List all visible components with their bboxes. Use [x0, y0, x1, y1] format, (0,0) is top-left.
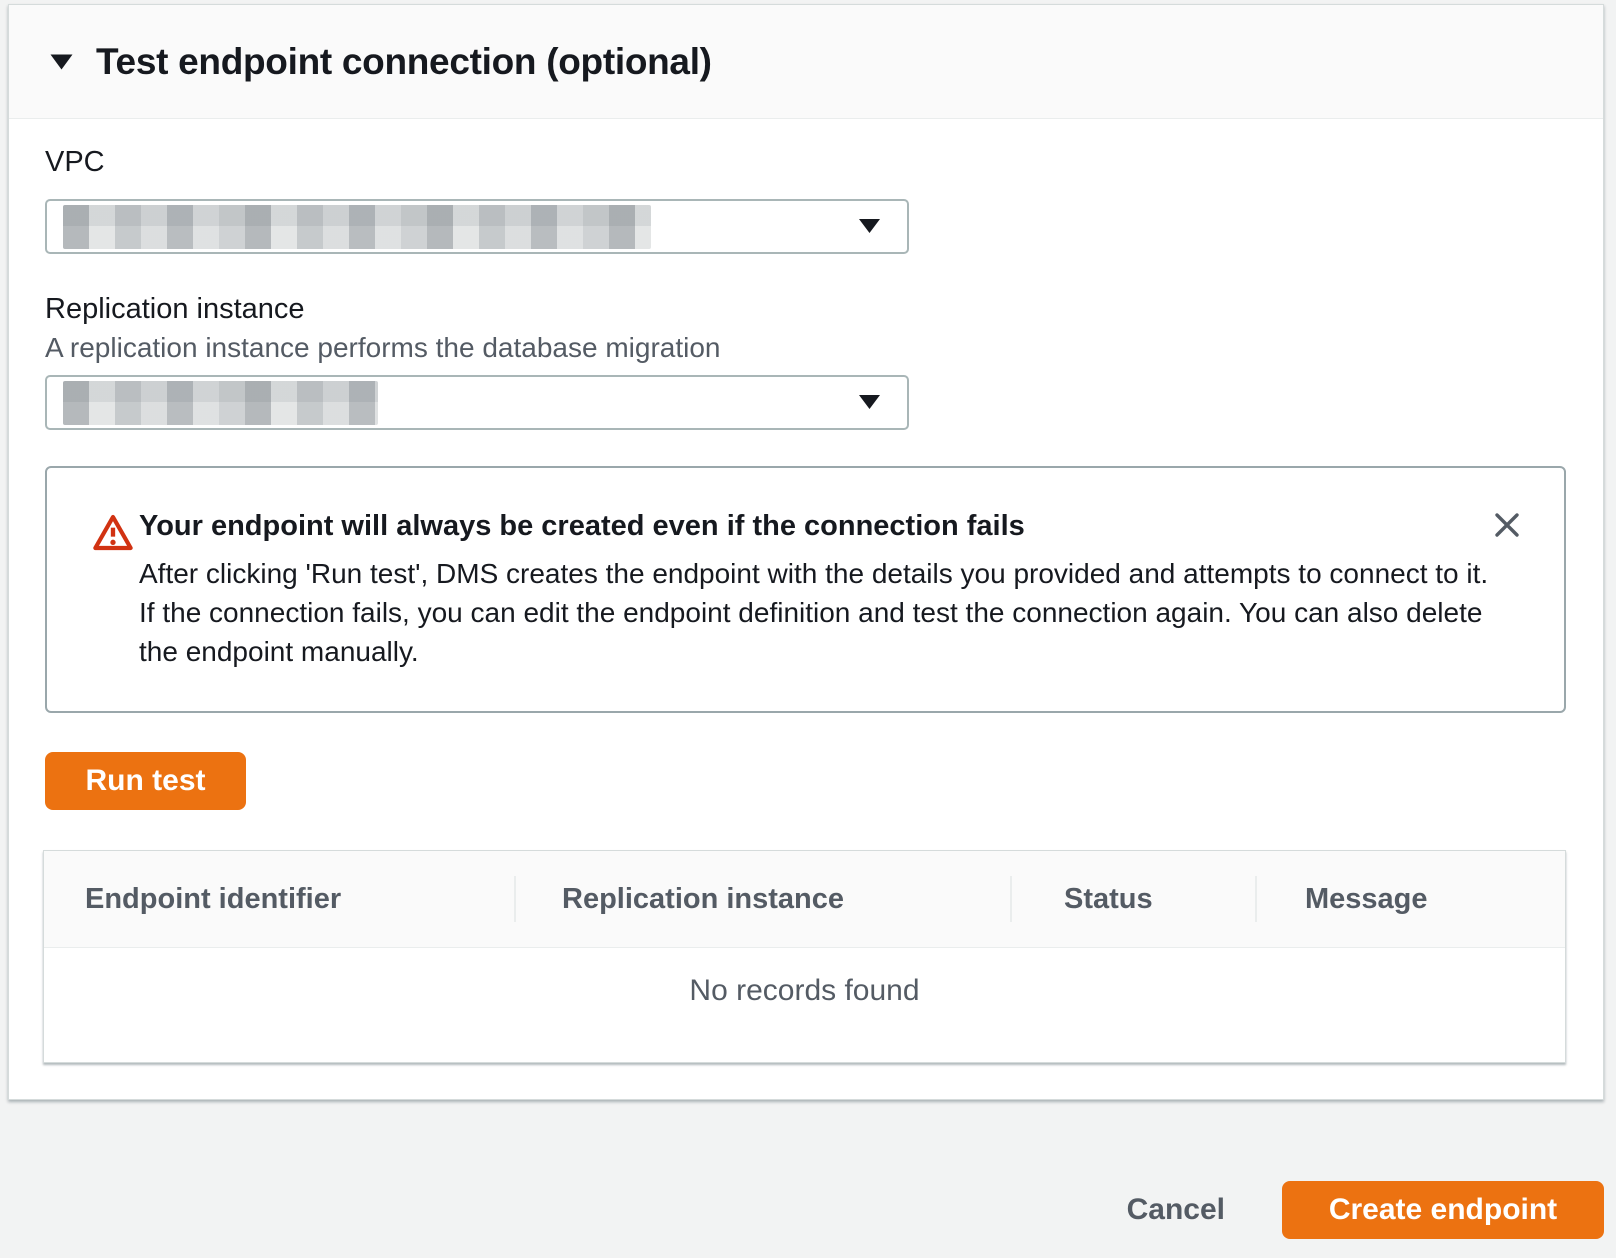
chevron-down-icon	[858, 394, 881, 410]
column-header-message: Message	[1255, 851, 1565, 947]
table-body: No records found	[44, 948, 1565, 1008]
test-results-table: Endpoint identifier Replication instance…	[43, 850, 1566, 1063]
create-endpoint-button[interactable]: Create endpoint	[1282, 1181, 1604, 1239]
column-header-replication-instance: Replication instance	[514, 851, 1010, 947]
panel-title: Test endpoint connection (optional)	[96, 41, 712, 83]
warning-body: After clicking 'Run test', DMS creates t…	[139, 554, 1497, 671]
vpc-select[interactable]	[45, 199, 909, 254]
replication-instance-select-redacted-value	[63, 381, 378, 425]
warning-content: Your endpoint will always be created eve…	[139, 510, 1497, 671]
chevron-down-icon	[858, 218, 881, 234]
warning-alert: Your endpoint will always be created eve…	[45, 466, 1566, 713]
column-header-endpoint-identifier: Endpoint identifier	[44, 851, 514, 947]
close-icon	[1488, 506, 1526, 544]
replication-instance-label: Replication instance	[45, 293, 305, 326]
warning-title: Your endpoint will always be created eve…	[139, 510, 1497, 543]
test-endpoint-panel: Test endpoint connection (optional) VPC …	[8, 4, 1604, 1100]
warning-triangle-icon	[93, 514, 133, 551]
replication-instance-description: A replication instance performs the data…	[45, 332, 721, 364]
warning-close-button[interactable]	[1482, 500, 1532, 550]
footer-actions: Cancel Create endpoint	[1127, 1181, 1604, 1239]
panel-header[interactable]: Test endpoint connection (optional)	[9, 5, 1603, 119]
vpc-label: VPC	[45, 146, 105, 179]
column-header-status: Status	[1010, 851, 1255, 947]
collapse-triangle-icon[interactable]	[49, 53, 74, 71]
replication-instance-select[interactable]	[45, 375, 909, 430]
empty-state-message: No records found	[689, 974, 919, 1008]
vpc-select-redacted-value	[63, 205, 651, 249]
run-test-button[interactable]: Run test	[45, 752, 246, 810]
table-header-row: Endpoint identifier Replication instance…	[44, 851, 1565, 948]
cancel-button[interactable]: Cancel	[1127, 1193, 1225, 1227]
